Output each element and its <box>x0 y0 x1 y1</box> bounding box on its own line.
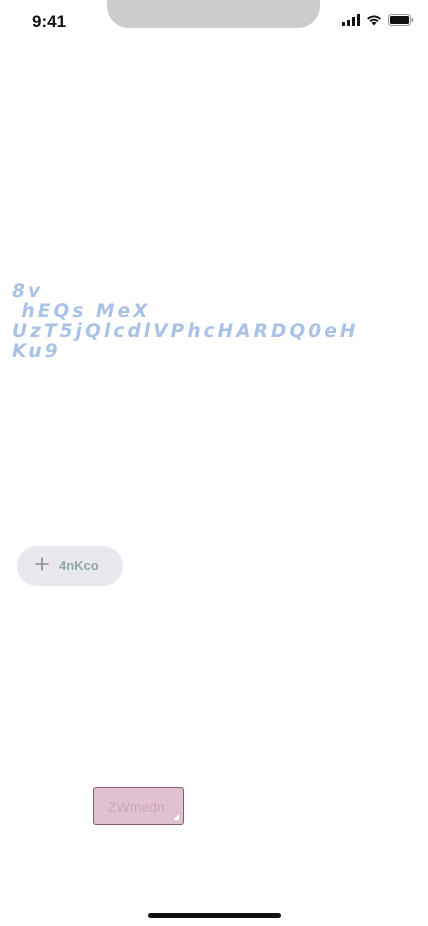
cellular-signal-icon <box>342 14 360 26</box>
notch <box>107 0 320 28</box>
chip-button-label: 4nKco <box>59 558 99 573</box>
add-chip-button[interactable]: 4nKco <box>17 546 123 586</box>
wifi-icon <box>366 14 382 26</box>
status-bar: 9:41 <box>0 0 428 46</box>
resize-handle-icon[interactable] <box>173 814 179 820</box>
status-time: 9:41 <box>32 12 67 31</box>
resizable-text-area[interactable]: ZWmedn <box>93 787 184 825</box>
headline-text: 8v hEQs MeX UzT5jQlcdlVPhcHARDQ0eH Ku9 <box>12 281 359 362</box>
plus-icon <box>35 557 49 571</box>
resizable-text-area-label: ZWmedn <box>108 799 165 815</box>
battery-icon <box>388 14 414 26</box>
home-indicator[interactable] <box>148 913 281 918</box>
status-icons <box>342 14 414 26</box>
